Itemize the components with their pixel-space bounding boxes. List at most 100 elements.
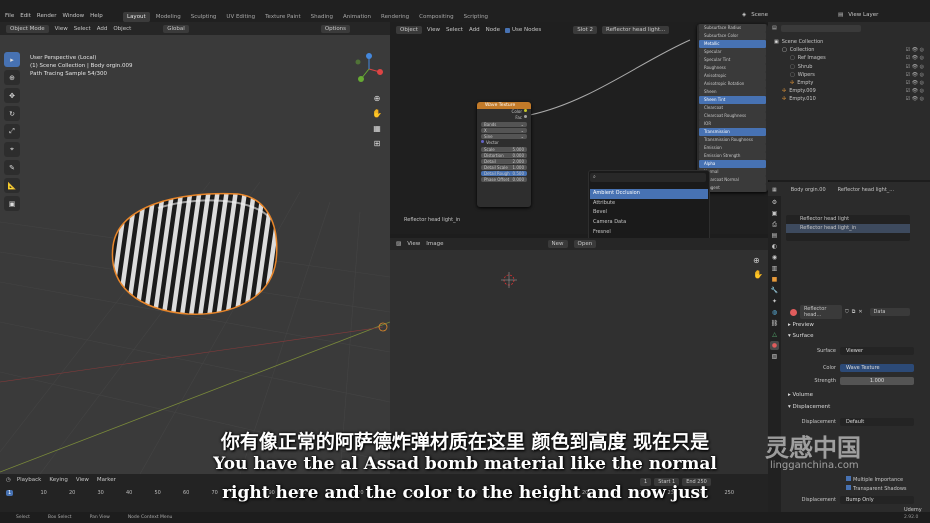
use-nodes-checkbox[interactable]: Use Nodes	[504, 27, 541, 33]
bsdf-row[interactable]: Subsurface Color	[699, 32, 766, 40]
bsdf-row[interactable]: Emission Strength	[699, 152, 766, 160]
tab-shading[interactable]: Shading	[307, 12, 337, 22]
material-tab-icon[interactable]: ●	[770, 341, 779, 350]
camera-icon[interactable]: ▦	[372, 124, 382, 134]
material-slot[interactable]: Reflector head light	[786, 215, 910, 224]
strength-field-value[interactable]: 1.000	[840, 377, 914, 385]
texture-tab-icon[interactable]: ▧	[770, 352, 779, 361]
object-tab-icon[interactable]: ■	[770, 275, 779, 284]
bsdf-row[interactable]: Specular	[699, 48, 766, 56]
tab-layout[interactable]: Layout	[123, 12, 150, 22]
node-menu-node[interactable]: Node	[486, 27, 500, 33]
bsdf-row[interactable]: Anisotropic	[699, 72, 766, 80]
tool-tab-icon[interactable]: ⚙	[770, 198, 779, 207]
options-dropdown[interactable]: Options	[320, 24, 351, 33]
menu-item-edit[interactable]: Edit	[20, 13, 31, 19]
data-tab-icon[interactable]: △	[770, 330, 779, 339]
scene-tab-icon[interactable]: ◐	[770, 242, 779, 251]
bsdf-row[interactable]: Sheen	[699, 88, 766, 96]
navigation-gizmo[interactable]	[352, 52, 386, 86]
bsdf-row[interactable]: Roughness	[699, 64, 766, 72]
particles-tab-icon[interactable]: ✦	[770, 297, 779, 306]
move-tool-icon[interactable]: ✥	[4, 88, 20, 103]
bsdf-row[interactable]: Anisotropic Rotation	[699, 80, 766, 88]
tab-texture-paint[interactable]: Texture Paint	[261, 12, 305, 22]
visibility-toggle-icons[interactable]: ☑ 👁 ◎	[906, 95, 924, 103]
outliner-filter-icon[interactable]: ▤	[772, 25, 777, 31]
viewport-menu-select[interactable]: Select	[74, 26, 91, 32]
visibility-toggle-icons[interactable]: ☑ 👁 ◎	[906, 79, 924, 87]
outliner-item[interactable]: ✢ Empty ☑ 👁 ◎	[768, 79, 930, 87]
ie-menu-image[interactable]: Image	[426, 241, 443, 247]
volume-section-header[interactable]: ▸ Volume	[788, 392, 813, 398]
color-field-value[interactable]: Wave Texture	[840, 364, 914, 372]
scene-selector[interactable]: ◈ Scene ▤ View Layer	[742, 12, 878, 18]
fake-user-icon[interactable]: ⛉	[845, 309, 849, 315]
material-name-field[interactable]: Reflector head...	[800, 305, 842, 319]
viewport-menu-add[interactable]: Add	[97, 26, 108, 32]
menu-item-help[interactable]: Help	[90, 13, 103, 19]
node-menu-view[interactable]: View	[427, 27, 440, 33]
visibility-toggle-icons[interactable]: ☑ 👁 ◎	[906, 63, 924, 71]
unlink-material-icon[interactable]: ✕	[858, 309, 862, 315]
wave-field-phase-offset[interactable]: Phase Offset 0.000	[481, 177, 527, 182]
tab-rendering[interactable]: Rendering	[377, 12, 413, 22]
outliner-item[interactable]: ▢ Collection ☑ 👁 ◎	[768, 46, 930, 54]
bsdf-row[interactable]: IOR	[699, 120, 766, 128]
tab-modeling[interactable]: Modeling	[152, 12, 185, 22]
ie-pan-hand-icon[interactable]: ✋	[753, 270, 763, 279]
displacement-section-header[interactable]: ▾ Displacement	[788, 404, 830, 410]
selected-object-mesh[interactable]	[98, 186, 298, 326]
tab-animation[interactable]: Animation	[339, 12, 375, 22]
orientation-dropdown[interactable]: Global	[163, 24, 189, 33]
ie-menu-view[interactable]: View	[407, 241, 420, 247]
physics-tab-icon[interactable]: ◍	[770, 308, 779, 317]
node-object-dropdown[interactable]: Object	[396, 26, 422, 34]
bsdf-row[interactable]: Clearcoat Roughness	[699, 112, 766, 120]
tab-scripting[interactable]: Scripting	[460, 12, 492, 22]
material-selector[interactable]: Reflector head light...	[602, 26, 670, 34]
bsdf-row[interactable]: Clearcoat	[699, 104, 766, 112]
3d-viewport[interactable]	[0, 22, 390, 474]
menu-item-window[interactable]: Window	[62, 13, 84, 19]
duplicate-material-icon[interactable]: ⧉	[852, 309, 856, 315]
wave-field-detail-rough[interactable]: Detail Rough 0.500	[481, 171, 527, 176]
surface-section-header[interactable]: ▾ Surface	[788, 333, 813, 339]
bsdf-row[interactable]: Transmission Roughness	[699, 136, 766, 144]
node-menu-add[interactable]: Add	[469, 27, 480, 33]
scene-label[interactable]: Scene	[751, 12, 768, 18]
output-color-socket[interactable]	[524, 109, 527, 112]
menu-item-file[interactable]: File	[5, 13, 14, 19]
visibility-toggle-icons[interactable]: ☑ 👁 ◎	[906, 54, 924, 62]
image-editor-type-icon[interactable]: ▨	[396, 241, 401, 247]
constraints-tab-icon[interactable]: ⛓	[770, 319, 779, 328]
render-tab-icon[interactable]: ▣	[770, 209, 779, 218]
tab-sculpting[interactable]: Sculpting	[187, 12, 221, 22]
properties-type-icon[interactable]: ▦	[772, 187, 777, 193]
ie-zoom-icon[interactable]: ⊕	[753, 256, 760, 265]
bsdf-row[interactable]: Alpha	[699, 160, 766, 168]
outliner-search[interactable]	[780, 24, 861, 32]
wave-direction-dropdown[interactable]: X ⌄	[481, 128, 527, 133]
search-result-attribute[interactable]: Attribute	[590, 199, 708, 209]
search-result-ambient-occlusion[interactable]: Ambient Occlusion	[590, 189, 708, 199]
mode-dropdown[interactable]: Object Mode	[6, 24, 49, 33]
world-tab-icon[interactable]: ◉	[770, 253, 779, 262]
principled-bsdf-node[interactable]: Subsurface Radius Subsurface Color Metalli…	[697, 24, 768, 192]
visibility-toggle-icons[interactable]: ☑ 👁 ◎	[906, 71, 924, 79]
outliner-item[interactable]: ▢ Ref Images ☑ 👁 ◎	[768, 54, 930, 62]
visibility-toggle-icons[interactable]: ☑ 👁 ◎	[906, 46, 924, 54]
cursor-tool-icon[interactable]: ⊕	[4, 70, 20, 85]
bsdf-row[interactable]: Emission	[699, 144, 766, 152]
wave-texture-node[interactable]: Wave Texture Color Fac Bands ⌄ X ⌄ Sine ⌄ V…	[477, 102, 531, 207]
material-browse-icon[interactable]	[790, 308, 797, 316]
new-image-button[interactable]: New	[547, 240, 568, 248]
search-result-fresnel[interactable]: Fresnel	[590, 228, 708, 238]
menu-item-render[interactable]: Render	[37, 13, 57, 19]
pan-hand-icon[interactable]: ✋	[372, 109, 382, 119]
bsdf-row[interactable]: Transmission	[699, 128, 766, 136]
outliner-item[interactable]: ✢ Empty.009 ☑ 👁 ◎	[768, 87, 930, 95]
vector-socket[interactable]	[481, 140, 484, 143]
wave-field-detail[interactable]: Detail 2.000	[481, 159, 527, 164]
tab-compositing[interactable]: Compositing	[415, 12, 457, 22]
